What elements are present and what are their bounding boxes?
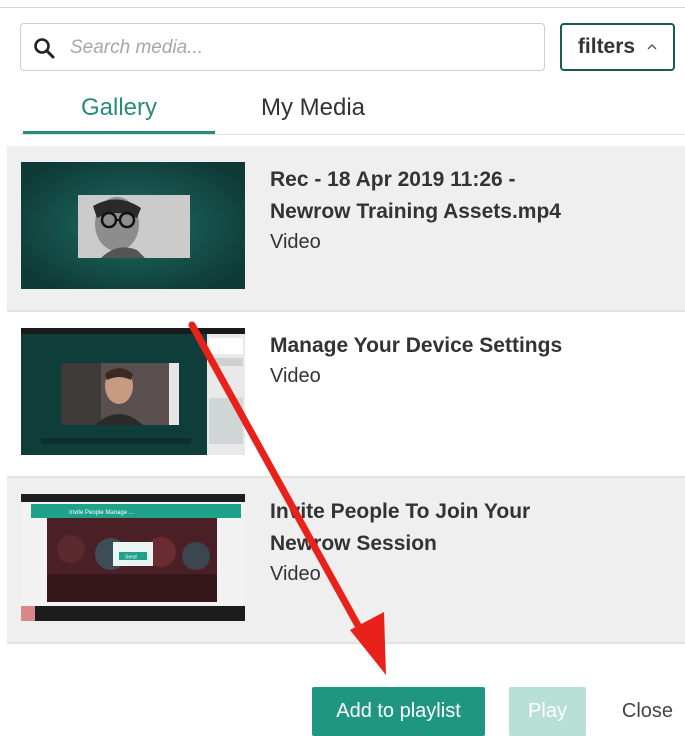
media-title-line1: Invite People To Join Your	[270, 500, 531, 523]
media-title: Invite People To Join Your Newrow Sessio…	[270, 496, 660, 588]
top-divider	[0, 7, 685, 8]
list-item[interactable]: Manage Your Device Settings Video	[7, 312, 685, 478]
media-type: Video	[270, 563, 321, 585]
search-icon	[34, 38, 55, 59]
list-item[interactable]: Rec - 18 Apr 2019 11:26 - Newrow Trainin…	[7, 146, 685, 312]
filters-button[interactable]: filters	[560, 23, 675, 71]
video-thumbnail: Invite People Manage ... Send	[21, 494, 245, 621]
close-button[interactable]: Close	[610, 687, 685, 736]
media-title-line2: Newrow Session	[270, 532, 437, 555]
video-thumbnail	[21, 162, 245, 289]
media-title-line1: Manage Your Device Settings	[270, 334, 563, 357]
search-box[interactable]	[20, 23, 545, 71]
thumbnail-dialog-button-text: Send	[125, 555, 137, 561]
search-input[interactable]	[68, 30, 532, 66]
media-tabs: Gallery My Media	[20, 84, 685, 135]
media-title-line2: Newrow Training Assets.mp4	[270, 200, 561, 223]
media-title: Manage Your Device Settings Video	[270, 330, 660, 390]
media-type: Video	[270, 365, 321, 387]
media-list: Rec - 18 Apr 2019 11:26 - Newrow Trainin…	[7, 146, 685, 644]
video-thumbnail	[21, 328, 245, 455]
add-to-playlist-button[interactable]: Add to playlist	[312, 687, 485, 736]
play-button[interactable]: Play	[509, 687, 586, 736]
tab-my-media[interactable]: My Media	[238, 84, 388, 132]
media-type: Video	[270, 231, 321, 253]
media-title: Rec - 18 Apr 2019 11:26 - Newrow Trainin…	[270, 164, 660, 256]
thumbnail-header-text: Invite People Manage ...	[69, 510, 134, 516]
filters-label: filters	[577, 35, 636, 58]
tab-gallery[interactable]: Gallery	[23, 84, 215, 134]
chevron-up-icon	[647, 44, 657, 50]
list-item[interactable]: Invite People Manage ... Send Invite Peo…	[7, 478, 685, 644]
media-title-line1: Rec - 18 Apr 2019 11:26 -	[270, 168, 516, 191]
